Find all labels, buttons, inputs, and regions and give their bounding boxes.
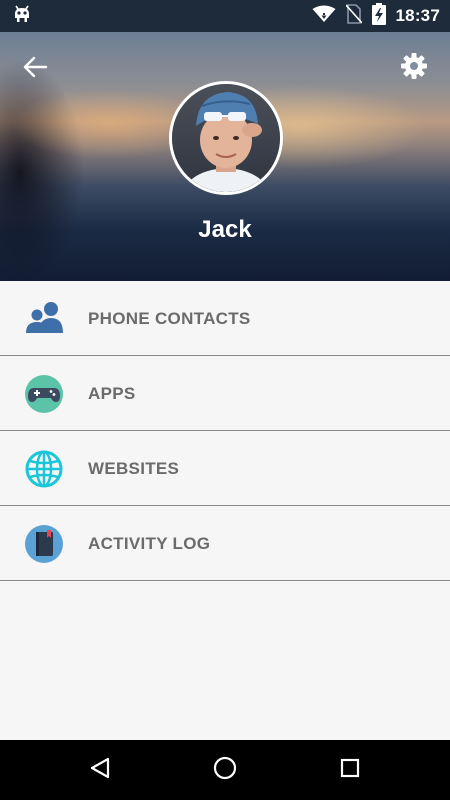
wifi-icon: [312, 5, 336, 28]
nav-back-button[interactable]: [85, 755, 115, 785]
nav-home-button[interactable]: [210, 755, 240, 785]
home-circle-icon: [212, 755, 238, 786]
recents-square-icon: [338, 756, 362, 785]
menu-label: WEBSITES: [88, 459, 180, 478]
avatar[interactable]: [169, 81, 283, 195]
profile-header: Jack: [0, 32, 450, 281]
menu-item-websites[interactable]: WEBSITES: [0, 431, 450, 506]
status-left: [12, 5, 32, 28]
nav-recents-button[interactable]: [335, 755, 365, 785]
battery-charging-icon: [371, 2, 386, 30]
status-bar: 18:37: [0, 0, 450, 32]
menu-list: PHONE CONTACTS APPS WEBSITES ACTIVITY LO…: [0, 281, 450, 581]
android-debug-icon: [12, 5, 32, 28]
menu-label: PHONE CONTACTS: [88, 309, 251, 328]
menu-label: APPS: [88, 384, 136, 403]
back-triangle-icon: [88, 756, 112, 785]
menu-item-phone-contacts[interactable]: PHONE CONTACTS: [0, 281, 450, 356]
status-time: 18:37: [395, 6, 440, 25]
arrow-left-icon: [22, 56, 48, 83]
avatar-photo: [172, 84, 280, 192]
settings-button[interactable]: [398, 52, 430, 84]
nav-bar: [0, 740, 450, 800]
gear-icon: [400, 52, 428, 85]
screen: 18:37 Jack PHONE CONTACTS APPS WEBSITES …: [0, 0, 450, 800]
menu-item-activity-log[interactable]: ACTIVITY LOG: [0, 506, 450, 581]
globe-icon: [24, 449, 64, 489]
status-right: 18:37: [312, 2, 440, 30]
back-button[interactable]: [20, 54, 50, 84]
contacts-icon: [24, 299, 64, 339]
menu-item-apps[interactable]: APPS: [0, 356, 450, 431]
menu-label: ACTIVITY LOG: [88, 534, 211, 553]
profile-name: Jack: [198, 216, 252, 243]
gamepad-icon: [24, 374, 64, 414]
no-sim-icon: [344, 3, 363, 29]
notebook-icon: [24, 524, 64, 564]
